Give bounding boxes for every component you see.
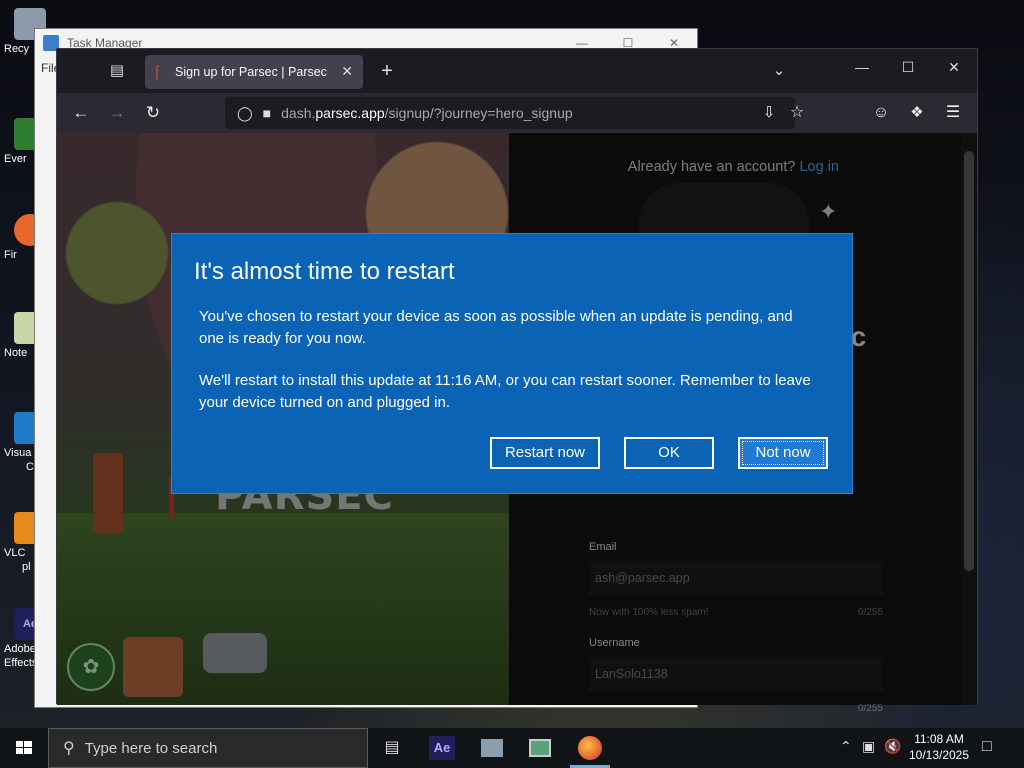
- start-button[interactable]: [0, 728, 48, 768]
- clock-date: 10/13/2025: [908, 748, 970, 762]
- show-hidden-icons-chevron-icon[interactable]: ⌃: [840, 738, 852, 755]
- forward-icon[interactable]: →: [103, 99, 131, 127]
- navigation-toolbar: ← → ↻ ◯ ■ dash. parsec.app/signup/?journe…: [57, 93, 977, 133]
- url-bar[interactable]: ◯ ■ dash. parsec.app/signup/?journey=hero…: [225, 97, 795, 129]
- taskbar-after-effects[interactable]: Ae: [420, 732, 464, 764]
- tab-parsec-signup[interactable]: ⌠ Sign up for Parsec | Parsec ✕: [145, 55, 363, 89]
- minimize-icon[interactable]: —: [839, 59, 885, 75]
- task-view-icon[interactable]: ▤: [370, 732, 414, 764]
- list-all-tabs-icon[interactable]: ⌄: [765, 57, 793, 85]
- taskbar-task-manager[interactable]: [518, 732, 562, 764]
- ok-button[interactable]: OK: [624, 437, 714, 469]
- lock-icon[interactable]: ■: [263, 105, 271, 121]
- install-app-icon[interactable]: ⇩: [755, 99, 783, 127]
- not-now-button[interactable]: Not now: [738, 437, 828, 469]
- task-manager-icon: [529, 739, 551, 757]
- tab-title: Sign up for Parsec | Parsec: [175, 65, 327, 79]
- close-icon[interactable]: ✕: [931, 59, 977, 76]
- taskbar-app-photos[interactable]: [470, 732, 514, 764]
- firefox-view-icon[interactable]: ▤: [103, 57, 131, 85]
- maximize-icon[interactable]: ☐: [885, 59, 931, 76]
- search-placeholder: Type here to search: [84, 739, 218, 757]
- bookmark-star-icon[interactable]: ☆: [783, 99, 811, 127]
- taskbar: ⚲ Type here to search ▤ Ae ⌃ ▣ 🔇 11:08 A…: [0, 728, 1024, 768]
- taskbar-search-box[interactable]: ⚲ Type here to search: [48, 728, 368, 768]
- notifications-icon[interactable]: □: [982, 738, 992, 756]
- url-path: /signup/?journey=hero_signup: [384, 105, 573, 121]
- photos-icon: [481, 739, 503, 757]
- menu-icon[interactable]: ☰: [939, 99, 967, 127]
- taskbar-firefox[interactable]: [568, 732, 612, 764]
- dialog-message-2: We'll restart to install this update at …: [199, 372, 811, 411]
- back-icon[interactable]: ←: [67, 99, 95, 127]
- clock-time: 11:08 AM: [914, 732, 964, 746]
- tab-close-icon[interactable]: ✕: [341, 63, 353, 80]
- tab-bar: ▤ ⌠ Sign up for Parsec | Parsec ✕ + ⌄ — …: [57, 49, 977, 93]
- firefox-icon: [578, 736, 602, 760]
- url-prefix: dash.: [281, 105, 316, 121]
- dialog-message-1: You've chosen to restart your device as …: [199, 308, 793, 347]
- new-tab-icon[interactable]: +: [373, 57, 401, 85]
- url-domain: parsec.app: [315, 105, 385, 121]
- restart-dialog: It's almost time to restart You've chose…: [172, 234, 852, 493]
- account-icon[interactable]: ☺: [867, 99, 895, 127]
- extensions-icon[interactable]: ❖: [903, 99, 931, 127]
- search-icon: ⚲: [63, 740, 75, 757]
- volume-muted-icon[interactable]: 🔇: [884, 738, 901, 755]
- after-effects-icon: Ae: [429, 736, 455, 760]
- restart-now-button[interactable]: Restart now: [490, 437, 600, 469]
- network-icon[interactable]: ▣: [862, 738, 875, 755]
- windows-logo-icon: [16, 741, 32, 754]
- shield-icon[interactable]: ◯: [237, 105, 253, 122]
- taskbar-clock[interactable]: 11:08 AM 10/13/2025: [906, 731, 972, 763]
- dialog-title: It's almost time to restart: [194, 258, 455, 285]
- reload-icon[interactable]: ↻: [139, 99, 167, 127]
- parsec-favicon-icon: ⌠: [153, 64, 161, 79]
